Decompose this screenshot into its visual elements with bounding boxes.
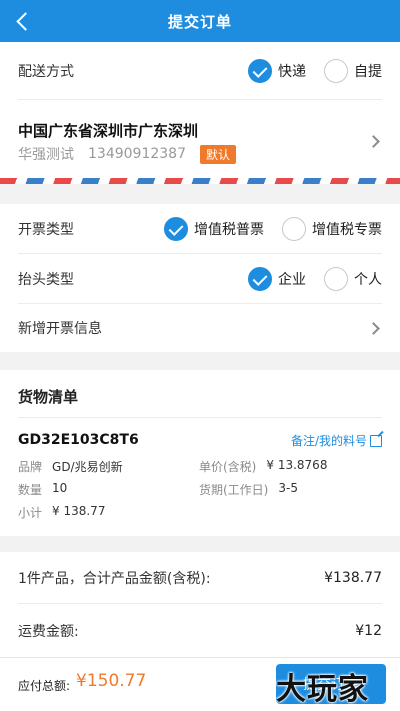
delivery-option-express[interactable]: 快递	[248, 58, 306, 83]
total-payable-label: 应付总额:	[18, 679, 71, 693]
back-arrow-icon[interactable]	[12, 9, 34, 33]
invoice-type-label: 开票类型	[18, 221, 74, 238]
subtotal-label: 小计	[18, 506, 43, 520]
option-label: 增值税普票	[194, 221, 264, 238]
invoice-option-normal[interactable]: 增值税普票	[164, 216, 264, 241]
option-label: 快递	[278, 63, 306, 80]
invoice-type-options: 增值税普票 增值税专票	[146, 216, 382, 241]
checked-radio-icon[interactable]	[248, 58, 272, 83]
freight-amount-value: ¥12	[355, 622, 382, 639]
goods-title: 货物清单	[18, 388, 79, 406]
unchecked-radio-icon[interactable]	[282, 216, 306, 241]
subtotal-field: 小计 ¥ 138.77	[18, 504, 105, 521]
checked-radio-icon[interactable]	[164, 216, 188, 241]
header-type-label: 抬头类型	[18, 271, 74, 288]
products-amount-row: 1件产品，合计产品金额(含税): ¥138.77	[18, 552, 382, 604]
price-value: ¥ 13.8768	[266, 458, 328, 472]
header-type-row: 抬头类型 企业 个人	[18, 254, 382, 304]
price-label: 单价(含税)	[199, 460, 257, 474]
page-title: 提交订单	[167, 12, 232, 31]
part-number: GD32E103C8T6	[18, 432, 139, 448]
delivery-label: 配送方式	[18, 63, 74, 80]
contact-name: 华强测试	[18, 147, 74, 163]
contact-phone: 13490912387	[88, 146, 186, 162]
remark-link[interactable]: 备注/我的料号	[291, 432, 382, 449]
total-payable-amount: ¥150.77	[76, 671, 147, 691]
delivery-options: 快递 自提	[230, 58, 382, 83]
brand-field: 品牌 GD/兆易创新	[18, 458, 123, 475]
option-label: 自提	[354, 63, 382, 80]
default-badge: 默认	[199, 144, 236, 164]
header-option-personal[interactable]: 个人	[324, 266, 382, 291]
header-option-company[interactable]: 企业	[248, 266, 306, 291]
lead-time-field: 货期(工作日) 3-5	[199, 481, 298, 498]
delivery-option-pickup[interactable]: 自提	[324, 58, 382, 83]
option-label: 个人	[354, 271, 382, 288]
option-label: 增值税专票	[312, 221, 382, 238]
brand-label: 品牌	[18, 460, 43, 474]
header-type-options: 企业 个人	[230, 266, 382, 291]
add-invoice-row[interactable]: 新增开票信息	[18, 304, 382, 352]
lead-time-label: 货期(工作日)	[199, 483, 269, 497]
delivery-row: 配送方式 快递 自提	[18, 42, 382, 100]
edit-icon[interactable]	[370, 434, 382, 447]
add-invoice-label: 新增开票信息	[18, 321, 102, 337]
chevron-right-icon[interactable]	[367, 321, 380, 335]
brand-value: GD/兆易创新	[52, 460, 123, 474]
quantity-label: 数量	[18, 483, 43, 497]
quantity-value: 10	[52, 481, 68, 495]
address-region: 中国广东省深圳市广东深圳	[18, 122, 199, 140]
remark-label: 备注/我的料号	[290, 434, 367, 448]
watermark-logo: 大玩家	[276, 672, 369, 707]
unchecked-radio-icon[interactable]	[324, 58, 348, 83]
unchecked-radio-icon[interactable]	[324, 266, 348, 291]
invoice-option-special[interactable]: 增值税专票	[282, 216, 382, 241]
invoice-type-row: 开票类型 增值税普票 增值税专票	[18, 204, 382, 254]
invoice-card: 开票类型 增值税普票 增值税专票 抬头类型 企业 个人 新增开票信息	[0, 204, 400, 352]
option-label: 企业	[278, 271, 306, 288]
products-amount-label: 1件产品，合计产品金额(含税):	[18, 570, 211, 587]
app-header: 提交订单	[0, 0, 400, 42]
airmail-stripe-divider	[0, 178, 400, 184]
subtotal-value: ¥ 138.77	[52, 504, 106, 518]
checked-radio-icon[interactable]	[248, 266, 272, 291]
freight-amount-row: 运费金额: ¥12	[18, 604, 382, 657]
price-field: 单价(含税) ¥ 13.8768	[199, 458, 327, 475]
summary-card: 1件产品，合计产品金额(含税): ¥138.77 运费金额: ¥12	[0, 552, 400, 657]
products-amount-value: ¥138.77	[324, 569, 382, 586]
freight-amount-label: 运费金额:	[18, 623, 79, 640]
quantity-field: 数量 10	[18, 481, 67, 498]
address-contact: 华强测试 13490912387 默认	[18, 144, 236, 164]
lead-time-value: 3-5	[278, 481, 298, 495]
